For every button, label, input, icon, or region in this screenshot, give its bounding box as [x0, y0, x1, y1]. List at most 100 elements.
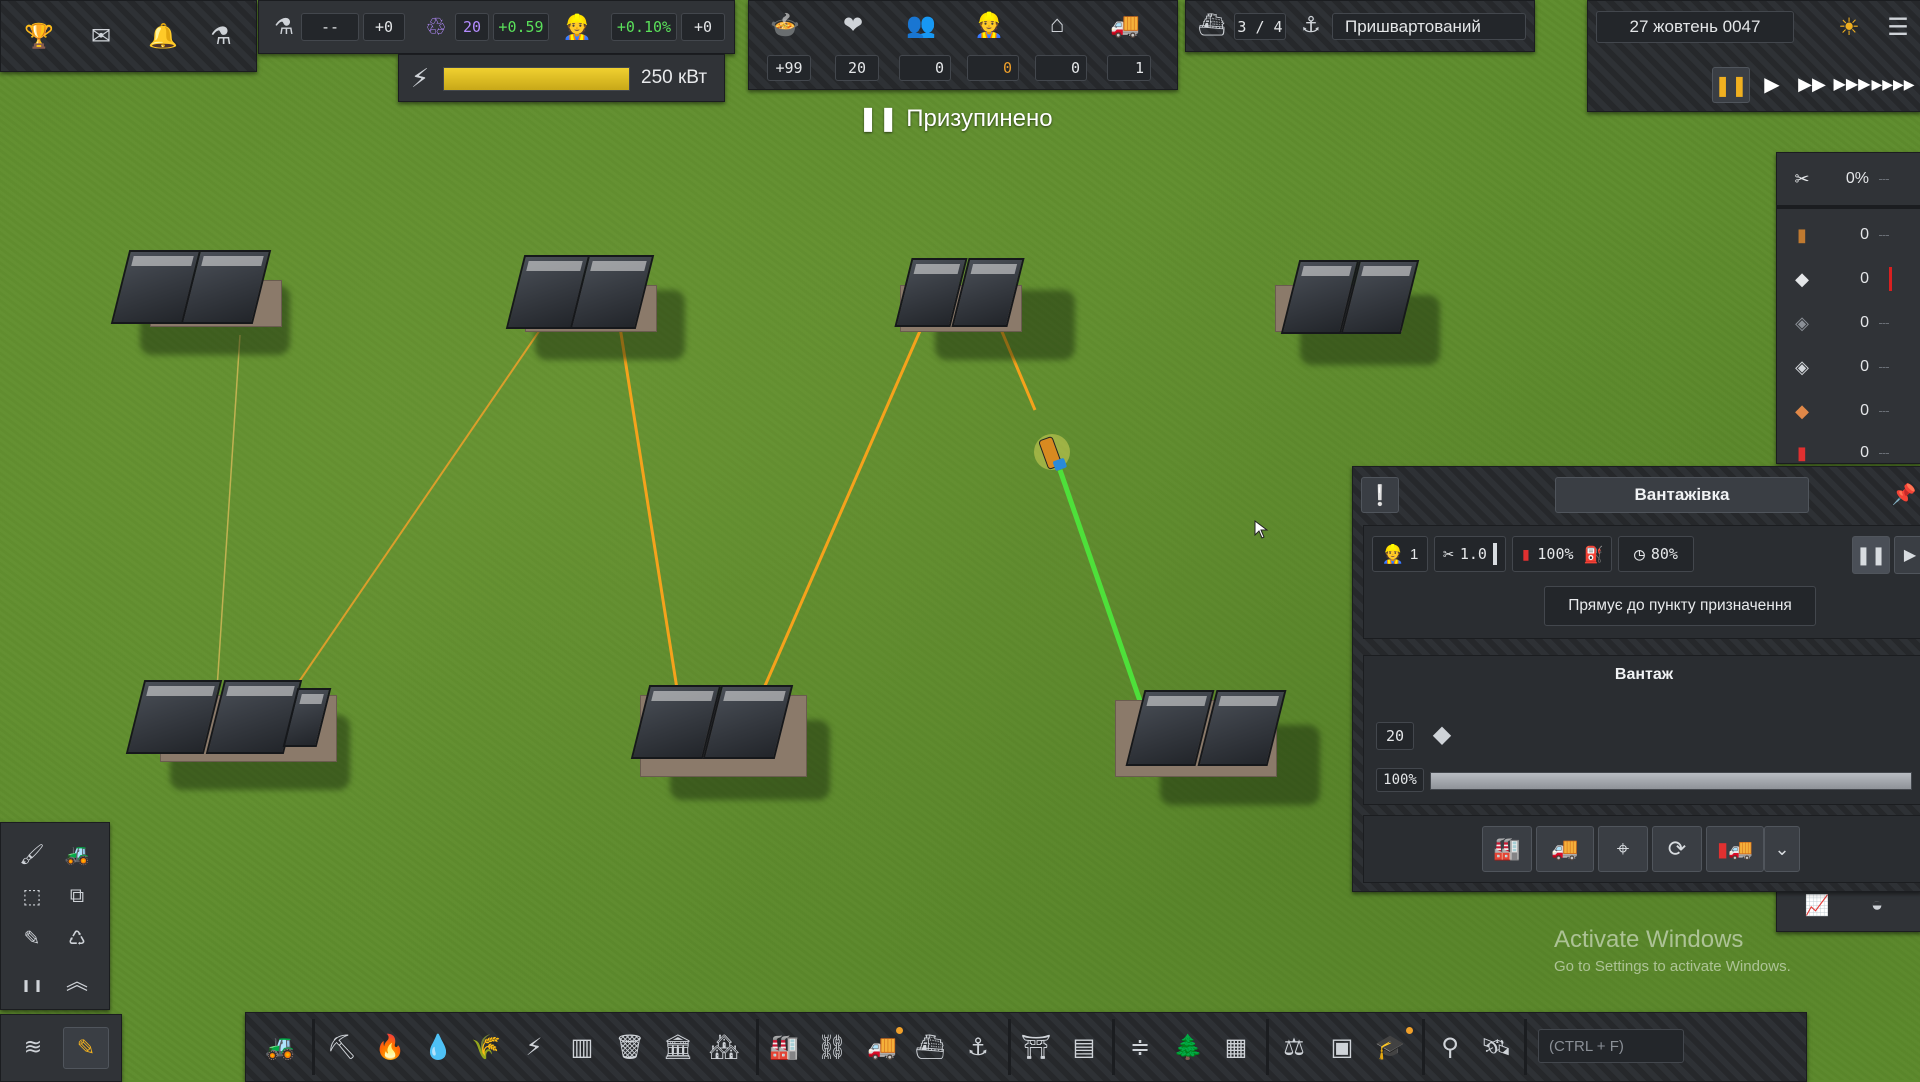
pillars-tool-icon[interactable]: ╻╻: [15, 963, 49, 997]
resource-row[interactable]: ◆ 0: [1777, 261, 1895, 297]
brush-tool-icon[interactable]: 🖌: [15, 837, 49, 871]
storage-building[interactable]: [1260, 255, 1445, 365]
health-icon[interactable]: ❤: [833, 7, 873, 43]
tool-dock-icon[interactable]: ⚓: [960, 1027, 996, 1067]
tool-trees-icon[interactable]: 🌲: [1170, 1027, 1206, 1067]
tool-water-icon[interactable]: 💧: [420, 1027, 456, 1067]
pause-button[interactable]: ❚❚: [1712, 67, 1750, 103]
resource-divider: [1777, 205, 1920, 209]
bowl-icon[interactable]: ◒: [1859, 887, 1895, 923]
flask-icon[interactable]: ⚗: [201, 16, 241, 56]
tool-ship-icon[interactable]: ⛴: [912, 1027, 948, 1067]
tool-balance-icon[interactable]: ⚖: [1276, 1027, 1312, 1067]
vehicle-recall-button[interactable]: 🚚: [1536, 826, 1594, 872]
bulldozer-tool-icon[interactable]: 🚜: [59, 837, 95, 871]
edit-mode-button[interactable]: ✎: [63, 1027, 109, 1069]
storage-building[interactable]: [630, 680, 840, 805]
tool-truck-depot-icon[interactable]: 🚚: [862, 1027, 902, 1067]
resource-row[interactable]: ◆ 0: [1777, 393, 1895, 429]
tool-transport-icon[interactable]: ▤: [1066, 1027, 1102, 1067]
tool-mining-icon[interactable]: ⛏: [324, 1027, 360, 1067]
refuel-button[interactable]: ▮🚚: [1706, 826, 1764, 872]
sun-icon[interactable]: ☀: [1830, 9, 1868, 45]
menu-stack-icon[interactable]: ☰: [1880, 9, 1916, 45]
vehicle-maintenance[interactable]: ✂ 1.0: [1434, 536, 1506, 572]
vehicles-value: 1: [1107, 55, 1151, 81]
tool-buildings-icon[interactable]: 🏛: [660, 1027, 696, 1067]
bell-icon[interactable]: 🔔: [143, 16, 183, 56]
rock-cargo-icon: ◆: [1432, 720, 1452, 748]
go-to-depot-button[interactable]: 🏭: [1482, 826, 1532, 872]
replace-vehicle-button[interactable]: ⟳: [1652, 826, 1702, 872]
resource-row[interactable]: ◈ 0: [1777, 349, 1895, 385]
anchor-icon[interactable]: ⚓: [1294, 7, 1328, 43]
truck-icon[interactable]: 🚚: [1105, 7, 1145, 43]
unity-icon[interactable]: ♲: [419, 9, 453, 45]
search-box[interactable]: (CTRL + F): [1538, 1029, 1684, 1063]
tool-blueprints-icon[interactable]: ▣: [1324, 1027, 1360, 1067]
tool-farming-icon[interactable]: 🌾: [468, 1027, 504, 1067]
tool-vehicles-icon[interactable]: 🚜: [262, 1027, 298, 1067]
tool-housing-icon[interactable]: 🏘: [706, 1027, 742, 1067]
layers-icon[interactable]: ≋: [15, 1029, 51, 1065]
tool-research-icon[interactable]: 🎓: [1372, 1027, 1408, 1067]
food-value: +99: [767, 55, 811, 81]
tool-grid-icon[interactable]: ▦: [1218, 1027, 1254, 1067]
tool-smelting-icon[interactable]: 🔥: [372, 1027, 408, 1067]
upgrade-tool-icon[interactable]: ︽: [59, 963, 95, 997]
more-actions-dropdown[interactable]: ⌄: [1764, 826, 1800, 872]
storage-building[interactable]: [505, 250, 690, 360]
population-icon[interactable]: 👷: [561, 9, 593, 45]
toolbar-separator: [1266, 1019, 1269, 1075]
people-icon[interactable]: 👥: [901, 7, 941, 43]
power-bar[interactable]: ⚡ 250 кВт: [398, 54, 725, 102]
fastest-forward-button[interactable]: ▶▶▶▶: [1871, 67, 1914, 101]
copy-icon[interactable]: ⧉: [59, 879, 95, 913]
storage-building[interactable]: [120, 670, 360, 795]
tool-factory-icon[interactable]: 🏭: [766, 1027, 802, 1067]
info-button[interactable]: ❕: [1361, 477, 1399, 513]
vehicle-camera-button[interactable]: ▶: [1894, 536, 1920, 574]
faster-forward-button[interactable]: ▶▶▶: [1834, 67, 1871, 101]
vehicle-fuel[interactable]: ▮ 100% ⛽: [1512, 536, 1612, 572]
tool-waste-icon[interactable]: 🗑: [612, 1027, 648, 1067]
trophy-icon[interactable]: 🏆: [19, 16, 59, 56]
house-icon[interactable]: ⌂: [1037, 7, 1077, 43]
notification-dot: [1406, 1027, 1413, 1034]
storage-building[interactable]: [1115, 685, 1325, 810]
resource-row[interactable]: ◈ 0: [1777, 305, 1895, 341]
tool-ramp-icon[interactable]: ⛩: [1018, 1027, 1054, 1067]
ship-icon[interactable]: ⛴: [1194, 7, 1230, 43]
tool-satellite-icon[interactable]: 🛰: [1478, 1027, 1514, 1067]
mouse-cursor: [1254, 520, 1269, 539]
tool-power-icon[interactable]: ⚡: [516, 1027, 552, 1067]
tool-conveyor-icon[interactable]: ⛓: [814, 1027, 850, 1067]
research-flask-icon[interactable]: ⚗: [267, 9, 301, 45]
pin-icon[interactable]: 📌: [1889, 477, 1919, 511]
storage-building[interactable]: [894, 250, 1080, 360]
worker-icon[interactable]: 👷: [969, 7, 1009, 43]
tool-world-map-icon[interactable]: ⚲: [1432, 1027, 1468, 1067]
vehicle-workers[interactable]: 👷 1: [1372, 536, 1428, 572]
recycle-tool-icon[interactable]: ♺: [59, 921, 95, 955]
locate-vehicle-button[interactable]: ⌖: [1598, 826, 1648, 872]
truck[interactable]: [1034, 434, 1070, 471]
chart-icon[interactable]: 📈: [1799, 887, 1835, 923]
fast-forward-button[interactable]: ▶▶: [1794, 67, 1830, 101]
paused-label: Призупинено: [906, 104, 1053, 132]
unity-rate: +0.59: [493, 13, 549, 41]
vehicle-efficiency[interactable]: ◷ 80%: [1618, 536, 1694, 572]
resource-row[interactable]: ▮ 0: [1777, 217, 1895, 253]
maintenance-row[interactable]: ✂ 0%: [1777, 161, 1895, 197]
food-icon[interactable]: 🍲: [765, 7, 805, 43]
tool-storage-icon[interactable]: ▥: [564, 1027, 600, 1067]
vehicle-pause-button[interactable]: ❚❚: [1852, 536, 1890, 574]
storage-building[interactable]: [110, 245, 295, 355]
population-rate: +0.10%: [611, 13, 677, 41]
tool-terrain-icon[interactable]: ≑: [1122, 1027, 1158, 1067]
play-button[interactable]: ▶: [1754, 67, 1790, 101]
mail-icon[interactable]: ✉: [81, 16, 121, 56]
cargo-quantity[interactable]: 20: [1376, 722, 1414, 750]
select-area-icon[interactable]: ⬚: [15, 879, 49, 913]
eyedropper-icon[interactable]: ✎: [15, 921, 49, 955]
